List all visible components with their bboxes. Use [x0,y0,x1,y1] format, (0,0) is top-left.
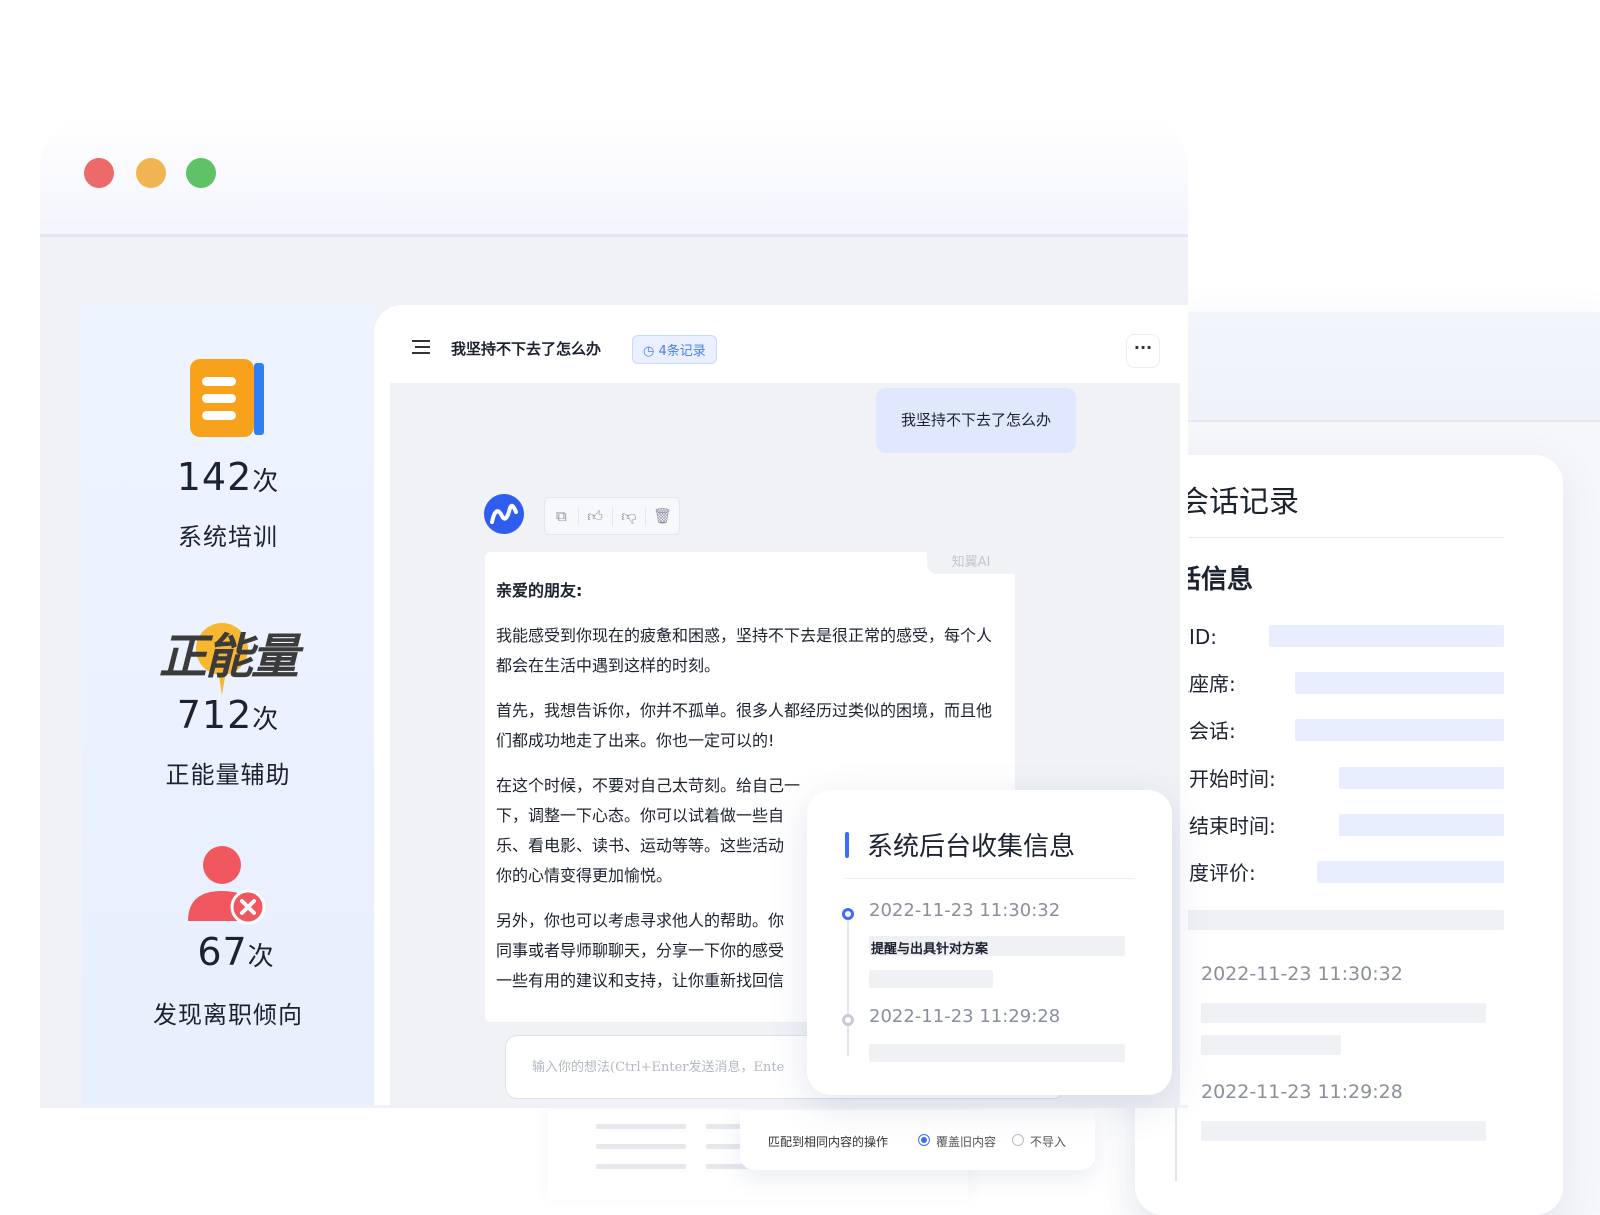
backend-divider [845,878,1135,879]
section-accent-bar [845,832,849,858]
radio-dot-icon [921,1137,927,1143]
record-timeline-time-1: 2022-11-23 11:30:32 [1201,963,1403,985]
backend-timeline-line [847,918,849,1056]
thumbs-up-icon[interactable]: 👍︎ [579,506,613,526]
stat-resign-label: 发现离职倾向 [153,1001,303,1029]
radio-skip[interactable] [1012,1134,1024,1146]
stat-positive-label: 正能量辅助 [165,761,291,789]
field-value-agent [1295,672,1504,694]
field-value-start-time [1339,767,1504,789]
field-value-dialog-id [1269,625,1504,647]
stat-training-label: 系统培训 [178,523,278,551]
doc-line [596,1124,686,1129]
backend-timeline-bar [869,1044,1125,1062]
radio-overwrite-label: 覆盖旧内容 [936,1135,997,1149]
field-value-satisfaction [1317,861,1504,883]
clock-icon: ◷ [643,344,659,359]
thumbs-down-icon[interactable]: 👎︎ [613,506,647,526]
radio-overwrite[interactable] [918,1134,930,1146]
ai-label-tag: 知翼AI [927,552,1015,574]
copy-icon[interactable]: ⧉ [545,507,579,525]
backend-timeline-time-2: 2022-11-23 11:29:28 [869,1006,1061,1027]
record-title: 会话记录 [1179,485,1299,520]
backend-title: 系统后台收集信息 [867,832,1076,862]
ai-paragraph: 首先，我想告诉你，你并不孤单。很多人都经历过类似的困境，而且他们都成功地走了出来… [496,701,993,750]
ai-paragraph: 亲爱的朋友: [496,581,583,600]
radio-skip-label: 不导入 [1030,1135,1067,1149]
field-value-end-time [1339,814,1504,836]
record-divider [1179,537,1504,538]
backend-timeline-text-1: 提醒与出具针对方案 [871,942,989,957]
ai-avatar-icon [484,494,524,534]
backend-timeline-time-1: 2022-11-23 11:30:32 [869,900,1061,921]
records-badge[interactable]: ◷ 4条记录 [632,335,717,364]
duplicate-action-label: 匹配到相同内容的操作 [768,1135,889,1149]
backend-timeline-dot [842,1014,854,1026]
backend-info-card: 系统后台收集信息 2022-11-23 11:30:32 提醒与出具针对方案 2… [807,790,1172,1095]
record-timeline-bar-1 [1201,1003,1486,1023]
delete-icon[interactable]: 🗑︎ [646,507,679,525]
session-record-card: 会话记录 对话信息 对话ID: 受理座席: 转移会话: 会话开始时间: 会话结束… [1135,455,1563,1215]
main-window-titlebar [40,118,1188,237]
doc-line [596,1144,686,1149]
chat-title: 我坚持不下去了怎么办 [451,340,602,358]
user-remove-icon [188,846,266,925]
stats-sidebar: 142次 系统培训 正能量 712次 正能量辅助 67次 发现离职倾向 [82,305,374,1105]
backend-timeline-dot-active [842,908,854,920]
message-toolbar: ⧉ 👍︎ 👎︎ 🗑︎ [544,497,680,535]
field-value-transfer [1295,719,1504,741]
record-timeline-bar-3 [1201,1121,1486,1141]
positive-energy-logo-text: 正能量 [158,629,299,685]
user-message-bubble: 我坚持不下去了怎么办 [876,388,1076,453]
more-options-button[interactable]: ··· [1126,334,1160,368]
record-timeline-bar-2 [1201,1035,1341,1055]
menu-icon[interactable] [412,340,432,356]
stat-resign-value: 67次 [197,930,275,974]
window-maximize-button[interactable] [186,158,216,188]
stat-training-value: 142次 [176,455,280,499]
record-timeline-time-2: 2022-11-23 11:29:28 [1201,1081,1403,1103]
stat-positive-value: 712次 [176,693,280,737]
record-placeholder-bar [1149,910,1504,930]
window-close-button[interactable] [84,158,114,188]
window-minimize-button[interactable] [136,158,166,188]
back-window-titlebar [1140,312,1600,422]
backend-timeline-bar [869,970,993,988]
document-icon [190,359,264,437]
doc-line [596,1164,686,1169]
backend-timeline-bar: 提醒与出具针对方案 [869,936,1125,957]
duplicate-action-bar: 匹配到相同内容的操作 覆盖旧内容 不导入 [740,1110,1095,1170]
ai-paragraph: 我能感受到你现在的疲惫和困惑，坚持不下去是很正常的感受，每个人都会在生活中遇到这… [496,626,993,675]
